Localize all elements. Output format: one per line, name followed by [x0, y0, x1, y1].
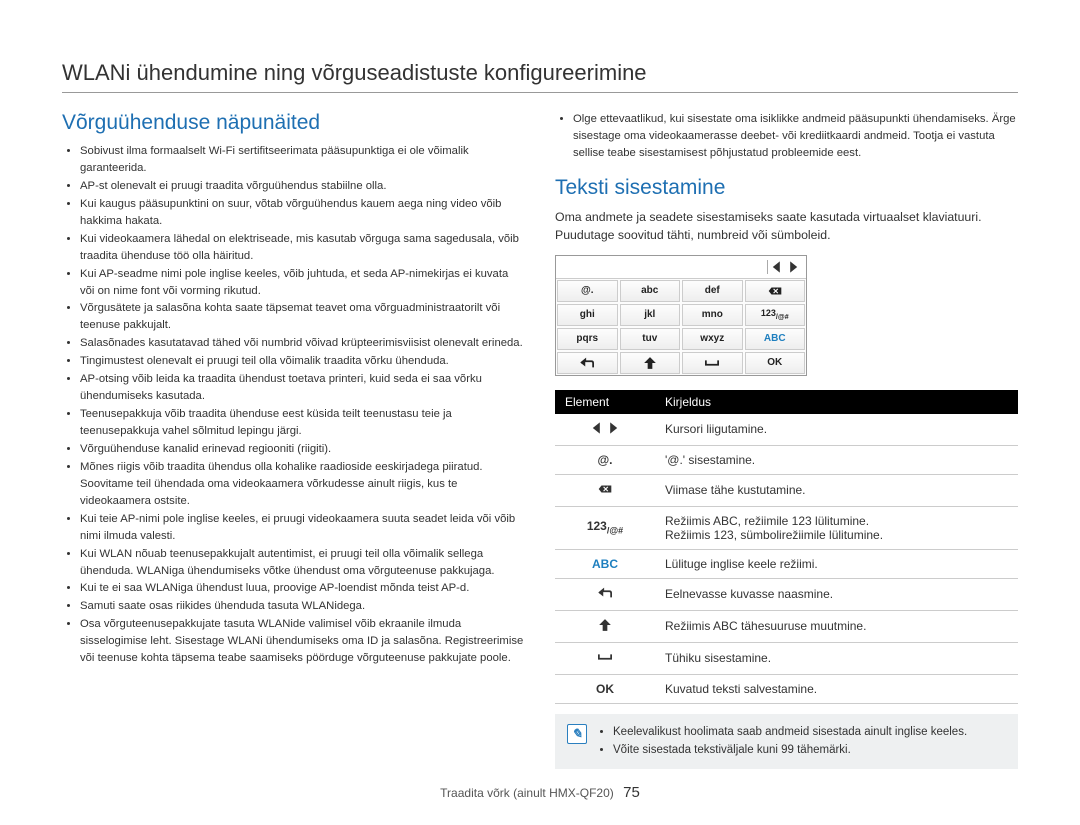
- space-icon: [598, 650, 612, 664]
- tip-item: Võrgusätete ja salasõna kohta saate täps…: [80, 300, 525, 334]
- text-entry-intro: Oma andmete ja seadete sisestamiseks saa…: [555, 208, 1018, 245]
- shift-icon: [598, 618, 612, 632]
- vk-key[interactable]: ghi: [557, 304, 618, 326]
- vk-key[interactable]: [557, 352, 618, 374]
- table-row: Tühiku sisestamine.: [555, 642, 1018, 674]
- element-cell: @.: [555, 445, 655, 474]
- virtual-keyboard: @.abcdef ghijklmno123/@# pqrstuvwxyzABCOK: [555, 255, 807, 376]
- back-icon: [580, 356, 594, 370]
- vk-key[interactable]: mno: [682, 304, 743, 326]
- tip-item: Kui WLAN nõuab teenusepakkujalt autentim…: [80, 546, 525, 580]
- warning-item: Olge ettevaatlikud, kui sisestate oma is…: [573, 111, 1018, 162]
- element-cell: [555, 578, 655, 610]
- caret-right-icon: [786, 260, 800, 274]
- note-item: Võite sisestada tekstiväljale kuni 99 tä…: [613, 742, 967, 760]
- table-row: @.'@.' sisestamine.: [555, 445, 1018, 474]
- vk-key[interactable]: tuv: [620, 328, 681, 350]
- element-cell: [555, 610, 655, 642]
- caret-left-icon: [770, 260, 784, 274]
- description-cell: Režiimis ABC tähesuuruse muutmine.: [655, 610, 1018, 642]
- description-cell: Tühiku sisestamine.: [655, 642, 1018, 674]
- element-cell: ABC: [555, 549, 655, 578]
- element-description-table: Element Kirjeldus Kursori liigutamine.@.…: [555, 390, 1018, 704]
- note-item: Keelevalikust hoolimata saab andmeid sis…: [613, 724, 967, 742]
- tip-item: Teenusepakkuja võib traadita ühenduse ee…: [80, 406, 525, 440]
- th-description: Kirjeldus: [655, 390, 1018, 414]
- note-icon: ✎: [567, 724, 587, 744]
- right-heading: Teksti sisestamine: [555, 176, 1018, 200]
- vk-key[interactable]: [682, 352, 743, 374]
- back-icon: [598, 586, 612, 600]
- space-icon: [705, 356, 719, 370]
- tip-item: AP-otsing võib leida ka traadita ühendus…: [80, 371, 525, 405]
- warning-list: Olge ettevaatlikud, kui sisestate oma is…: [555, 111, 1018, 162]
- vk-key[interactable]: 123/@#: [745, 304, 806, 326]
- bksp-icon: [768, 284, 782, 298]
- table-row: ABCLülituge inglise keele režiimi.: [555, 549, 1018, 578]
- description-cell: Viimase tähe kustutamine.: [655, 474, 1018, 506]
- th-element: Element: [555, 390, 655, 414]
- description-cell: Eelnevasse kuvasse naasmine.: [655, 578, 1018, 610]
- table-row: OKKuvatud teksti salvestamine.: [555, 674, 1018, 703]
- element-cell: [555, 474, 655, 506]
- content-columns: Võrguühenduse näpunäited Sobivust ilma f…: [62, 111, 1018, 769]
- tip-item: Mõnes riigis võib traadita ühendus olla …: [80, 459, 525, 510]
- left-heading: Võrguühenduse näpunäited: [62, 111, 525, 135]
- note-box: ✎ Keelevalikust hoolimata saab andmeid s…: [555, 714, 1018, 770]
- description-cell: Režiimis ABC, režiimile 123 lülitumine.R…: [655, 506, 1018, 549]
- description-cell: Lülituge inglise keele režiimi.: [655, 549, 1018, 578]
- tip-item: Osa võrguteenusepakkujate tasuta WLANide…: [80, 616, 525, 667]
- tip-item: Kui kaugus pääsupunktini on suur, võtab …: [80, 196, 525, 230]
- vk-key[interactable]: [745, 280, 806, 302]
- left-column: Võrguühenduse näpunäited Sobivust ilma f…: [62, 111, 525, 769]
- footer-text: Traadita võrk (ainult HMX-QF20): [440, 786, 614, 800]
- vk-key[interactable]: jkl: [620, 304, 681, 326]
- page-number: 75: [623, 784, 640, 801]
- vk-input-row: [556, 256, 806, 279]
- description-cell: Kursori liigutamine.: [655, 414, 1018, 446]
- tip-item: Võrguühenduse kanalid erinevad regioonit…: [80, 441, 525, 458]
- page-title: WLANi ühendumine ning võrguseadistuste k…: [62, 60, 1018, 86]
- table-row: Kursori liigutamine.: [555, 414, 1018, 446]
- element-cell: OK: [555, 674, 655, 703]
- description-cell: '@.' sisestamine.: [655, 445, 1018, 474]
- tip-item: Kui te ei saa WLANiga ühendust luua, pro…: [80, 580, 525, 597]
- tip-item: Kui AP-seadme nimi pole inglise keeles, …: [80, 266, 525, 300]
- arrows-icon: [590, 421, 620, 435]
- element-cell: 123/@#: [555, 506, 655, 549]
- note-list: Keelevalikust hoolimata saab andmeid sis…: [597, 724, 967, 760]
- vk-key[interactable]: abc: [620, 280, 681, 302]
- page-footer: Traadita võrk (ainult HMX-QF20) 75: [0, 784, 1080, 801]
- vk-key[interactable]: OK: [745, 352, 806, 374]
- description-cell: Kuvatud teksti salvestamine.: [655, 674, 1018, 703]
- tip-item: Sobivust ilma formaalselt Wi-Fi sertifit…: [80, 143, 525, 177]
- element-cell: [555, 414, 655, 446]
- table-row: Režiimis ABC tähesuuruse muutmine.: [555, 610, 1018, 642]
- vk-key[interactable]: def: [682, 280, 743, 302]
- vk-key[interactable]: @.: [557, 280, 618, 302]
- tip-item: AP-st olenevalt ei pruugi traadita võrgu…: [80, 178, 525, 195]
- vk-key[interactable]: ABC: [745, 328, 806, 350]
- tip-item: Kui teie AP-nimi pole inglise keeles, ei…: [80, 511, 525, 545]
- bksp-icon: [598, 482, 612, 496]
- right-column: Olge ettevaatlikud, kui sisestate oma is…: [555, 111, 1018, 769]
- tip-item: Kui videokaamera lähedal on elektriseade…: [80, 231, 525, 265]
- table-row: Eelnevasse kuvasse naasmine.: [555, 578, 1018, 610]
- element-cell: [555, 642, 655, 674]
- vk-key-grid: @.abcdef ghijklmno123/@# pqrstuvwxyzABCOK: [556, 279, 806, 375]
- table-row: 123/@#Režiimis ABC, režiimile 123 lülitu…: [555, 506, 1018, 549]
- vk-key[interactable]: wxyz: [682, 328, 743, 350]
- table-row: Viimase tähe kustutamine.: [555, 474, 1018, 506]
- vk-key[interactable]: [620, 352, 681, 374]
- vk-key[interactable]: pqrs: [557, 328, 618, 350]
- tip-item: Salasõnades kasutatavad tähed või numbri…: [80, 335, 525, 352]
- title-divider: [62, 92, 1018, 93]
- tips-list: Sobivust ilma formaalselt Wi-Fi sertifit…: [62, 143, 525, 667]
- tip-item: Samuti saate osas riikides ühenduda tasu…: [80, 598, 525, 615]
- shift-icon: [643, 356, 657, 370]
- tip-item: Tingimustest olenevalt ei pruugi teil ol…: [80, 353, 525, 370]
